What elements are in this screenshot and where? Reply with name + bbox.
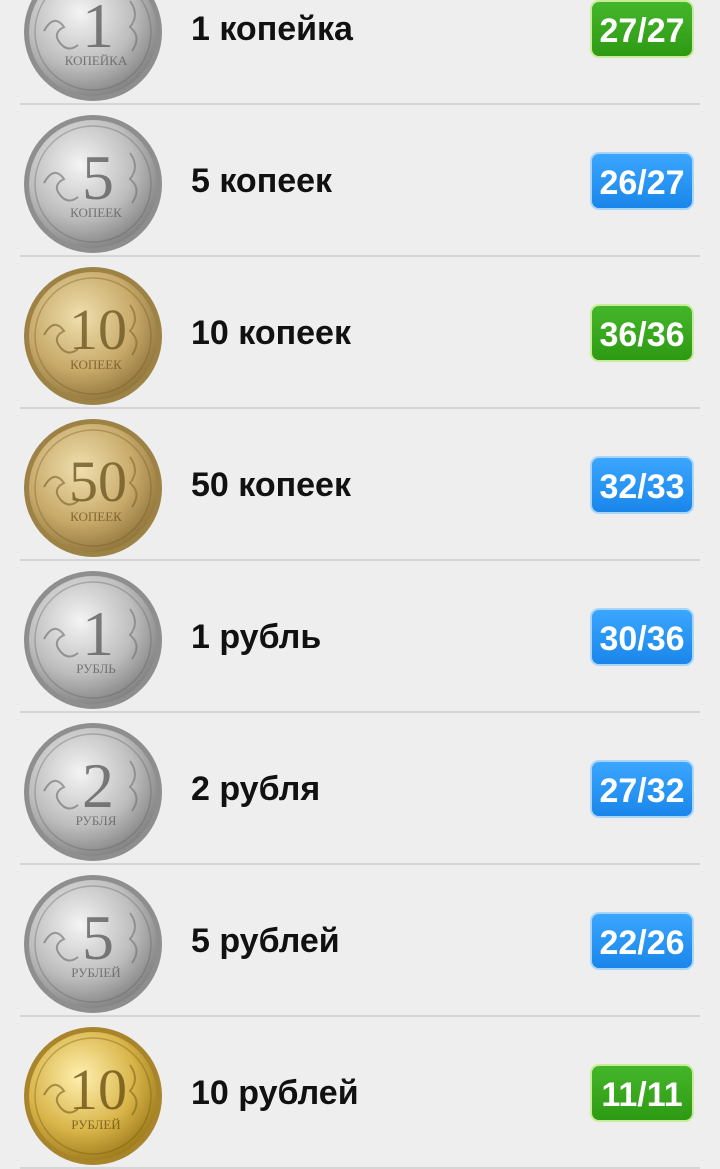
count-badge: 26/27 (590, 152, 694, 210)
count-badge: 30/36 (590, 608, 694, 666)
svg-text:1: 1 (82, 598, 114, 669)
coin-1-ruble-icon: 1 РУБЛЬ (22, 569, 164, 711)
svg-text:2: 2 (82, 750, 114, 821)
svg-text:КОПЕЕК: КОПЕЕК (70, 357, 122, 372)
coin-50-kopecks-icon: 50 КОПЕЕК (22, 417, 164, 559)
coin-name: 50 копеек (191, 466, 351, 504)
count-badge: 36/36 (590, 304, 694, 362)
svg-text:КОПЕЕК: КОПЕЕК (70, 509, 122, 524)
count-badge: 27/32 (590, 760, 694, 818)
list-item[interactable]: 5 РУБЛЕЙ 5 рублей 22/26 (0, 865, 720, 1017)
svg-text:10: 10 (69, 297, 127, 362)
coin-name: 1 рубль (191, 618, 322, 656)
coin-name: 5 рублей (191, 922, 340, 960)
count-badge: 11/11 (590, 1064, 694, 1122)
list-item[interactable]: 10 РУБЛЕЙ 10 рублей 11/11 (0, 1017, 720, 1169)
coin-5-kopecks-icon: 5 КОПЕЕК (22, 113, 164, 255)
list-item[interactable]: 1 КОПЕЙКА 1 копейка 27/27 (0, 0, 720, 105)
list-item[interactable]: 1 РУБЛЬ 1 рубль 30/36 (0, 561, 720, 713)
coin-5-rubles-icon: 5 РУБЛЕЙ (22, 873, 164, 1015)
svg-text:КОПЕЙКА: КОПЕЙКА (65, 53, 128, 68)
coin-name: 10 рублей (191, 1074, 359, 1112)
coin-2-rubles-icon: 2 РУБЛЯ (22, 721, 164, 863)
coin-10-kopecks-icon: 10 КОПЕЕК (22, 265, 164, 407)
svg-text:5: 5 (82, 142, 114, 213)
svg-text:КОПЕЕК: КОПЕЕК (70, 205, 122, 220)
coin-name: 2 рубля (191, 770, 321, 808)
coin-list: 1 КОПЕЙКА 1 копейка 27/27 5 КОПЕЕК 5 копее… (0, 0, 720, 1169)
count-badge: 22/26 (590, 912, 694, 970)
list-item[interactable]: 10 КОПЕЕК 10 копеек 36/36 (0, 257, 720, 409)
coin-1-kopeck-icon: 1 КОПЕЙКА (22, 0, 164, 103)
count-badge: 27/27 (590, 0, 694, 58)
list-item[interactable]: 5 КОПЕЕК 5 копеек 26/27 (0, 105, 720, 257)
svg-text:5: 5 (82, 902, 114, 973)
list-item[interactable]: 2 РУБЛЯ 2 рубля 27/32 (0, 713, 720, 865)
coin-10-rubles-icon: 10 РУБЛЕЙ (22, 1025, 164, 1167)
svg-text:РУБЛЬ: РУБЛЬ (76, 661, 116, 676)
svg-text:1: 1 (82, 0, 114, 61)
coin-name: 1 копейка (191, 10, 353, 48)
coin-name: 5 копеек (191, 162, 333, 200)
count-badge: 32/33 (590, 456, 694, 514)
svg-text:РУБЛЕЙ: РУБЛЕЙ (71, 1117, 120, 1132)
svg-text:10: 10 (69, 1057, 127, 1122)
svg-text:РУБЛЕЙ: РУБЛЕЙ (71, 965, 120, 980)
svg-text:50: 50 (69, 449, 127, 514)
coin-name: 10 копеек (191, 314, 351, 352)
svg-text:РУБЛЯ: РУБЛЯ (76, 813, 117, 828)
list-item[interactable]: 50 КОПЕЕК 50 копеек 32/33 (0, 409, 720, 561)
